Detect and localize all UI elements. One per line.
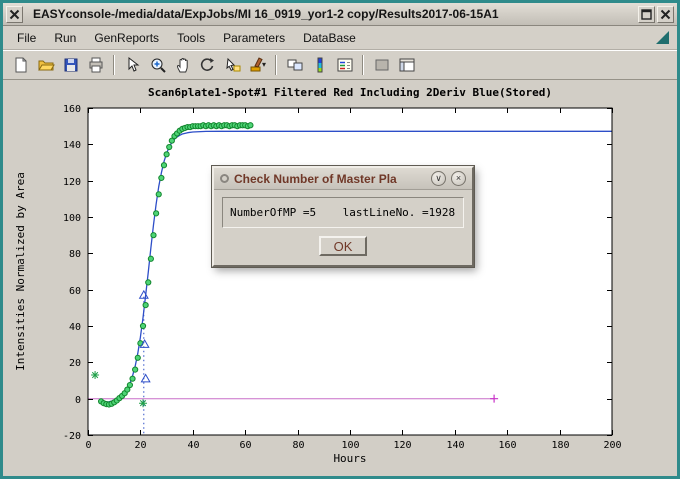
chevron-down-icon: ∨ — [435, 174, 442, 183]
rotate-3d-button[interactable] — [195, 53, 220, 77]
dialog-title: Check Number of Master Pla — [234, 172, 426, 186]
svg-text:180: 180 — [551, 440, 569, 451]
edit-plot-arrow-icon — [124, 56, 142, 74]
svg-text:0: 0 — [85, 440, 91, 451]
svg-text:40: 40 — [69, 322, 81, 333]
menu-file[interactable]: File — [9, 28, 44, 48]
link-plot-icon — [286, 56, 304, 74]
insert-colorbar-button[interactable] — [307, 53, 332, 77]
svg-text:120: 120 — [393, 440, 411, 451]
insert-legend-icon — [336, 56, 354, 74]
menu-genreports[interactable]: GenReports — [86, 28, 167, 48]
svg-text:60: 60 — [69, 286, 81, 297]
rotate-3d-icon — [199, 56, 217, 74]
data-cursor-icon — [224, 56, 242, 74]
edit-plot-button[interactable] — [120, 53, 145, 77]
window-menu-button[interactable] — [6, 6, 23, 23]
show-plot-tools-button[interactable] — [394, 53, 419, 77]
brush-button[interactable]: ▾ — [245, 53, 270, 77]
menubar: File Run GenReports Tools Parameters Dat… — [3, 26, 677, 50]
menu-parameters[interactable]: Parameters — [215, 28, 293, 48]
insert-legend-button[interactable] — [332, 53, 357, 77]
new-document-button[interactable] — [8, 53, 33, 77]
open-folder-button[interactable] — [33, 53, 58, 77]
svg-text:100: 100 — [341, 440, 359, 451]
zoom-in-button[interactable] — [145, 53, 170, 77]
toolbar: ▾ — [3, 50, 677, 80]
svg-text:140: 140 — [446, 440, 464, 451]
x-app-icon — [9, 9, 20, 20]
menu-database[interactable]: DataBase — [295, 28, 364, 48]
print-button[interactable] — [83, 53, 108, 77]
svg-text:140: 140 — [63, 140, 81, 151]
data-cursor-button[interactable] — [220, 53, 245, 77]
dialog-titlebar[interactable]: Check Number of Master Pla ∨ × — [214, 168, 472, 190]
print-icon — [87, 56, 105, 74]
show-plot-tools-icon — [398, 56, 416, 74]
maximize-icon — [641, 9, 652, 20]
hide-plot-tools-icon — [373, 56, 391, 74]
dialog-minimize-button[interactable]: ∨ — [431, 171, 446, 186]
link-plot-button[interactable] — [282, 53, 307, 77]
growth-curve-chart[interactable]: 0 20 40 60 80 100 120 140 160 180 200 -20 0 20 40 60 80 1… — [3, 80, 677, 476]
svg-text:80: 80 — [292, 440, 304, 451]
dialog-app-icon — [220, 174, 229, 183]
svg-text:Hours: Hours — [333, 452, 366, 465]
svg-text:20: 20 — [69, 358, 81, 369]
open-folder-icon — [37, 56, 55, 74]
dialog-check-number-of-master-plates: Check Number of Master Pla ∨ × NumberOfM… — [212, 166, 474, 267]
svg-text:Scan6plate1-Spot#1 Filtered Re: Scan6plate1-Spot#1 Filtered Red Includin… — [148, 86, 552, 99]
menu-tools[interactable]: Tools — [169, 28, 213, 48]
dialog-body: NumberOfMP =5 lastLineNo. =1928 OK — [214, 190, 472, 265]
menu-grip-icon — [656, 31, 669, 44]
svg-text:20: 20 — [134, 440, 146, 451]
svg-text:160: 160 — [498, 440, 516, 451]
dialog-close-button[interactable]: × — [451, 171, 466, 186]
svg-text:80: 80 — [69, 249, 81, 260]
svg-text:100: 100 — [63, 213, 81, 224]
close-button[interactable] — [657, 6, 674, 23]
close-icon — [660, 9, 671, 20]
dialog-message: NumberOfMP =5 lastLineNo. =1928 — [222, 197, 464, 228]
titlebar[interactable]: EASYconsole-/media/data/ExpJobs/MI 16_09… — [3, 3, 677, 26]
close-icon: × — [456, 174, 461, 183]
svg-text:40: 40 — [187, 440, 199, 451]
toolbar-separator — [113, 55, 115, 75]
new-document-icon — [12, 56, 30, 74]
toolbar-separator — [362, 55, 364, 75]
svg-text:60: 60 — [239, 440, 251, 451]
pan-hand-icon — [174, 56, 192, 74]
save-button[interactable] — [58, 53, 83, 77]
svg-text:120: 120 — [63, 177, 81, 188]
zoom-in-icon — [149, 56, 167, 74]
pan-button[interactable] — [170, 53, 195, 77]
figure-area: 0 20 40 60 80 100 120 140 160 180 200 -20 0 20 40 60 80 1… — [3, 80, 677, 476]
hide-plot-tools-button[interactable] — [369, 53, 394, 77]
svg-text:200: 200 — [603, 440, 621, 451]
app-window: EASYconsole-/media/data/ExpJobs/MI 16_09… — [0, 0, 680, 479]
svg-text:0: 0 — [75, 395, 81, 406]
toolbar-separator — [275, 55, 277, 75]
menu-run[interactable]: Run — [46, 28, 84, 48]
save-icon — [62, 56, 80, 74]
svg-text:160: 160 — [63, 104, 81, 115]
brush-dropdown-icon[interactable]: ▾ — [262, 60, 266, 69]
insert-colorbar-icon — [311, 56, 329, 74]
maximize-button[interactable] — [638, 6, 655, 23]
svg-text:Intensities Normalized by Area: Intensities Normalized by Area — [14, 172, 27, 371]
window-title: EASYconsole-/media/data/ExpJobs/MI 16_09… — [33, 7, 636, 21]
ok-button[interactable]: OK — [319, 236, 367, 256]
svg-text:-20: -20 — [63, 431, 81, 442]
